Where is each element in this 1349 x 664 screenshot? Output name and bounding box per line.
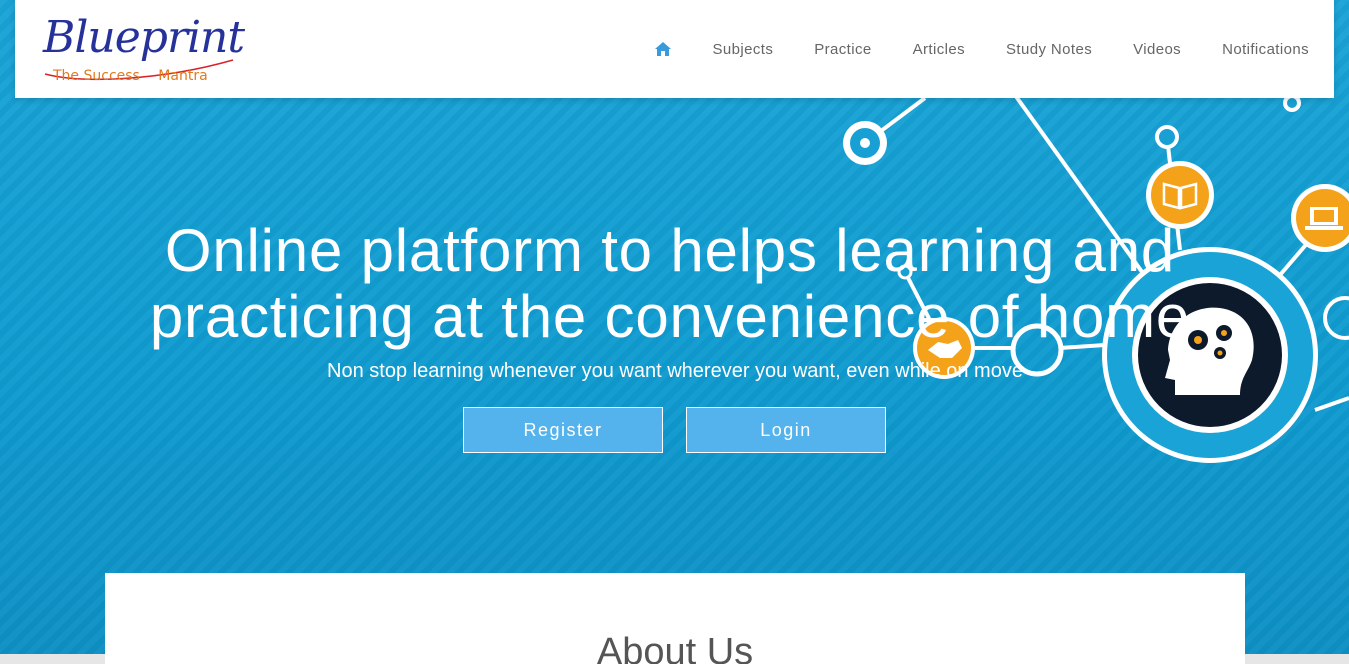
nav-item-subjects[interactable]: Subjects: [712, 41, 773, 58]
main-nav: Subjects Practice Articles Study Notes V…: [655, 0, 1309, 98]
hero-headline-line2: practicing at the convenience of home: [149, 283, 1191, 350]
small-node-top-left: [843, 121, 887, 165]
nav-item-study-notes[interactable]: Study Notes: [1006, 41, 1092, 58]
hero-headline: Online platform to helps learning and pr…: [120, 218, 1220, 350]
nav-item-practice[interactable]: Practice: [814, 41, 871, 58]
logo-wordmark: Blueprint: [43, 12, 245, 63]
small-node-top-right: [1283, 94, 1301, 112]
logo-tagline-right: Mantra: [158, 68, 208, 84]
home-icon[interactable]: [655, 42, 672, 56]
nav-item-articles[interactable]: Articles: [913, 41, 965, 58]
logo-tagline: The Success Mantra: [53, 68, 208, 84]
small-node-upper: [1155, 125, 1179, 149]
nav-item-videos[interactable]: Videos: [1133, 41, 1181, 58]
laptop-icon: [1291, 184, 1349, 252]
login-button[interactable]: Login: [686, 407, 886, 453]
about-title: About Us: [596, 631, 754, 664]
edge-node-right: [1323, 296, 1349, 340]
register-button[interactable]: Register: [463, 407, 663, 453]
hero-subline: Non stop learning whenever you want wher…: [327, 360, 1023, 382]
top-navbar: Blueprint The Success Mantra Subjects Pr…: [15, 0, 1334, 98]
nav-item-notifications[interactable]: Notifications: [1222, 41, 1309, 58]
brand-logo[interactable]: Blueprint The Success Mantra: [43, 12, 245, 90]
hero-headline-line1: Online platform to helps learning and: [164, 217, 1176, 284]
logo-tagline-left: The Success: [53, 68, 140, 84]
about-section: About Us: [105, 573, 1245, 664]
